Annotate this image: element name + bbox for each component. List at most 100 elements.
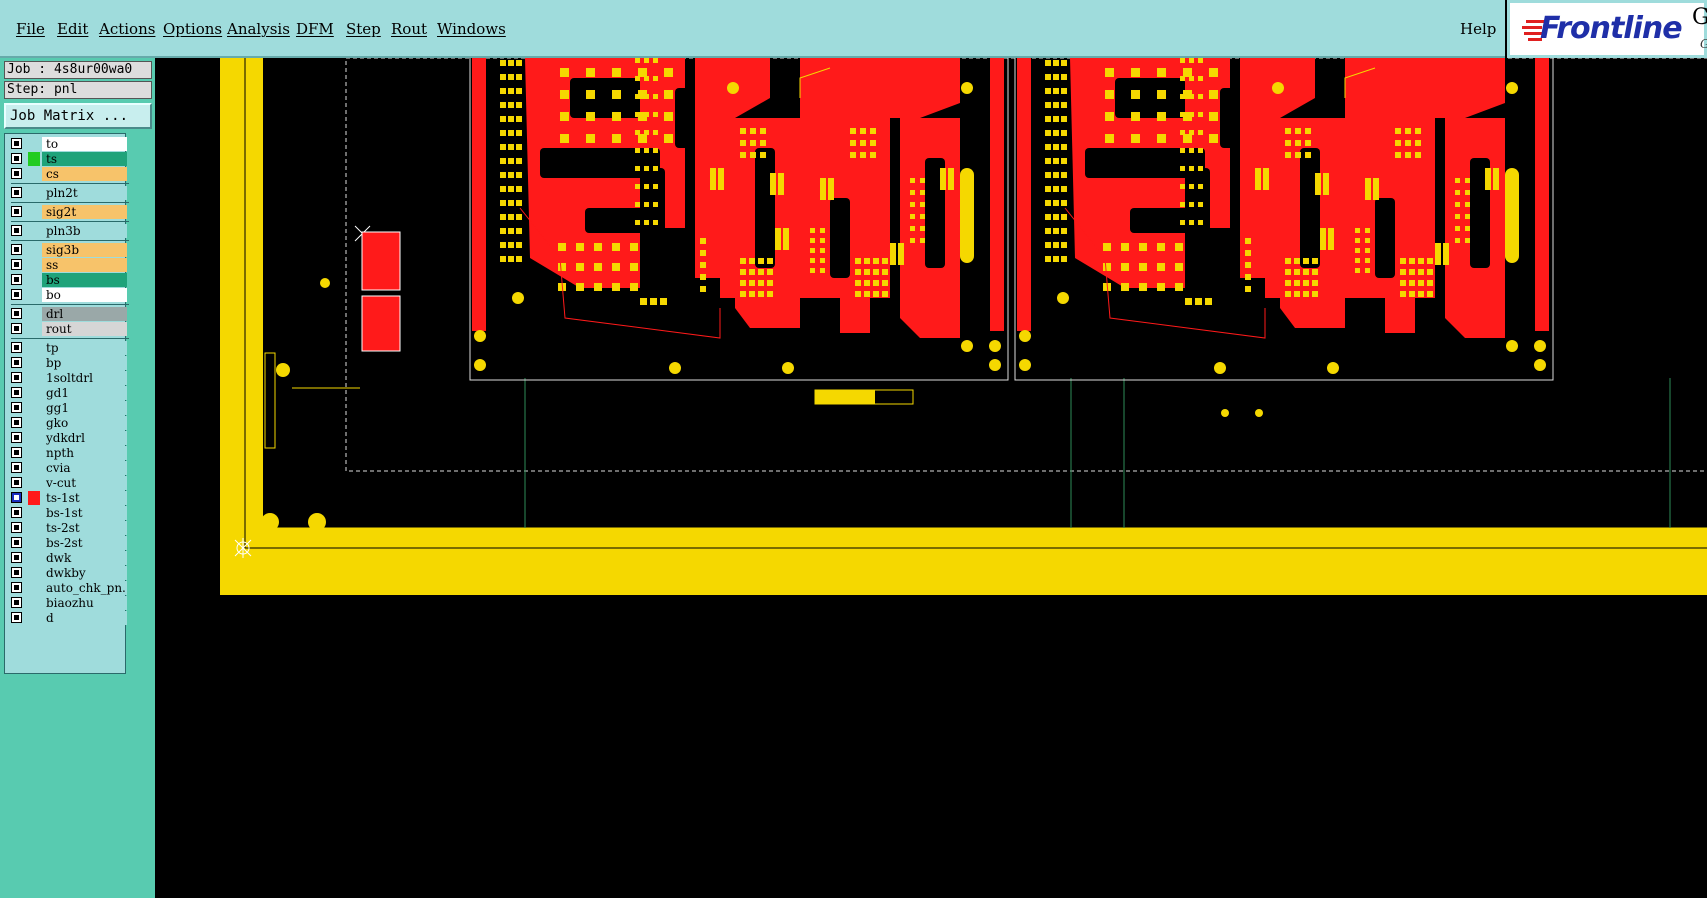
layer-row-to[interactable]: to — [5, 137, 127, 152]
layer-name-label[interactable]: biaozhu — [42, 596, 127, 610]
layer-name-label[interactable]: dwkby — [42, 566, 127, 580]
layer-row-dwkby[interactable]: dwkby — [5, 566, 127, 581]
layer-row-ts[interactable]: ts — [5, 152, 127, 167]
layer-checkbox[interactable] — [11, 597, 22, 608]
layer-checkbox[interactable] — [11, 168, 22, 179]
layer-name-label[interactable]: ss — [42, 258, 127, 272]
layer-checkbox[interactable] — [11, 187, 22, 198]
layer-checkbox[interactable] — [11, 244, 22, 255]
layer-row-tp[interactable]: tp — [5, 341, 127, 356]
menu-rout[interactable]: Rout — [391, 20, 427, 38]
layer-row-bp[interactable]: bp — [5, 356, 127, 371]
menu-edit[interactable]: Edit — [57, 20, 88, 38]
layer-name-label[interactable]: bo — [42, 288, 127, 302]
layer-row-ydkdrl[interactable]: ydkdrl — [5, 431, 127, 446]
layer-row-auto_chk_pn.[interactable]: auto_chk_pn. — [5, 581, 127, 596]
layer-checkbox[interactable] — [11, 477, 22, 488]
layer-row-sig3b[interactable]: sig3b — [5, 243, 127, 258]
layer-name-label[interactable]: bs-2st — [42, 536, 127, 550]
menu-file[interactable]: File — [16, 20, 45, 38]
menu-actions[interactable]: Actions — [99, 20, 155, 38]
layer-row-bs[interactable]: bs — [5, 273, 127, 288]
job-matrix-button[interactable]: Job Matrix ... — [4, 103, 152, 129]
layer-checkbox[interactable] — [11, 387, 22, 398]
layer-row-pln2t[interactable]: pln2t — [5, 186, 127, 201]
layer-name-label[interactable]: bs-1st — [42, 506, 127, 520]
layer-name-label[interactable]: ts-1st — [42, 491, 127, 505]
layer-row-gd1[interactable]: gd1 — [5, 386, 127, 401]
layer-name-label[interactable]: cs — [42, 167, 127, 181]
layer-row-npth[interactable]: npth — [5, 446, 127, 461]
layer-checkbox[interactable] — [11, 153, 22, 164]
layer-row-rout[interactable]: rout — [5, 322, 127, 337]
layer-name-label[interactable]: sig2t — [42, 205, 127, 219]
layer-checkbox[interactable] — [11, 225, 22, 236]
layer-row-drl[interactable]: drl — [5, 307, 127, 322]
layer-row-bs-2st[interactable]: bs-2st — [5, 536, 127, 551]
layer-name-label[interactable]: gko — [42, 416, 127, 430]
layer-checkbox[interactable] — [11, 582, 22, 593]
menu-windows[interactable]: Windows — [437, 20, 506, 38]
layer-name-label[interactable]: npth — [42, 446, 127, 460]
layer-row-bo[interactable]: bo — [5, 288, 127, 303]
layer-checkbox[interactable] — [11, 507, 22, 518]
layer-checkbox[interactable] — [11, 138, 22, 149]
layer-checkbox[interactable] — [11, 447, 22, 458]
layer-row-bs-1st[interactable]: bs-1st — [5, 506, 127, 521]
layer-checkbox[interactable] — [11, 289, 22, 300]
layer-checkbox[interactable] — [11, 462, 22, 473]
layer-checkbox[interactable] — [11, 259, 22, 270]
layer-checkbox[interactable] — [11, 308, 22, 319]
layer-name-label[interactable]: gg1 — [42, 401, 127, 415]
layer-row-ts-2st[interactable]: ts-2st — [5, 521, 127, 536]
menu-step[interactable]: Step — [346, 20, 381, 38]
layer-name-label[interactable]: cvia — [42, 461, 127, 475]
menu-options[interactable]: Options — [163, 20, 222, 38]
layer-checkbox[interactable] — [11, 372, 22, 383]
graphics-canvas[interactable] — [155, 58, 1707, 898]
layer-name-label[interactable]: auto_chk_pn. — [42, 581, 127, 595]
layer-row-d[interactable]: d — [5, 611, 127, 626]
menu-help[interactable]: Help — [1460, 20, 1496, 38]
layer-checkbox[interactable] — [11, 357, 22, 368]
layer-row-ts-1st[interactable]: ts-1st — [5, 491, 127, 506]
layer-row-ss[interactable]: ss — [5, 258, 127, 273]
layer-checkbox[interactable] — [11, 274, 22, 285]
layer-checkbox[interactable] — [11, 537, 22, 548]
layer-row-gko[interactable]: gko — [5, 416, 127, 431]
layer-name-label[interactable]: tp — [42, 341, 127, 355]
layer-checkbox[interactable] — [11, 342, 22, 353]
layer-name-label[interactable]: ts — [42, 152, 127, 166]
layer-row-sig2t[interactable]: sig2t — [5, 205, 127, 220]
layer-row-cvia[interactable]: cvia — [5, 461, 127, 476]
layer-checkbox[interactable] — [11, 552, 22, 563]
layer-name-label[interactable]: v-cut — [42, 476, 127, 490]
pcb-panel-view[interactable] — [155, 58, 1707, 898]
layer-checkbox[interactable] — [11, 522, 22, 533]
layer-row-biaozhu[interactable]: biaozhu — [5, 596, 127, 611]
layer-name-label[interactable]: pln2t — [42, 186, 127, 200]
layer-checkbox[interactable] — [11, 417, 22, 428]
layer-checkbox[interactable] — [11, 567, 22, 578]
layer-checkbox[interactable] — [11, 432, 22, 443]
layer-row-1soltdrl[interactable]: 1soltdrl — [5, 371, 127, 386]
layer-name-label[interactable]: 1soltdrl — [42, 371, 127, 385]
layer-name-label[interactable]: ydkdrl — [42, 431, 127, 445]
layer-checkbox[interactable] — [11, 612, 22, 623]
layer-name-label[interactable]: dwk — [42, 551, 127, 565]
layer-checkbox[interactable] — [11, 492, 22, 503]
layer-checkbox[interactable] — [11, 323, 22, 334]
layer-checkbox[interactable] — [11, 206, 22, 217]
layer-name-label[interactable]: to — [42, 137, 127, 151]
layer-name-label[interactable]: drl — [42, 307, 127, 321]
layer-name-label[interactable]: d — [42, 611, 127, 625]
layer-name-label[interactable]: gd1 — [42, 386, 127, 400]
layer-row-v-cut[interactable]: v-cut — [5, 476, 127, 491]
layer-checkbox[interactable] — [11, 402, 22, 413]
layer-name-label[interactable]: bp — [42, 356, 127, 370]
layer-row-pln3b[interactable]: pln3b — [5, 224, 127, 239]
layer-name-label[interactable]: pln3b — [42, 224, 127, 238]
layer-name-label[interactable]: ts-2st — [42, 521, 127, 535]
layer-name-label[interactable]: bs — [42, 273, 127, 287]
layer-name-label[interactable]: rout — [42, 322, 127, 336]
